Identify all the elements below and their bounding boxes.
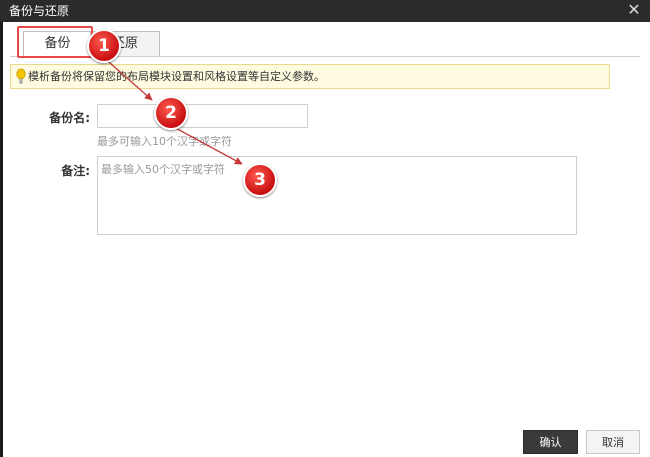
note-label: 备注:: [61, 164, 90, 178]
info-notice: 模析备份将保留您的布局模块设置和风格设置等自定义参数。: [10, 64, 610, 89]
title-bar: 备份与还原 ✕: [0, 0, 650, 22]
backup-name-input[interactable]: [97, 104, 308, 128]
window-edge: [0, 22, 3, 457]
note-textarea[interactable]: 最多输入50个汉字或字符: [97, 156, 577, 235]
tab-backup[interactable]: 备份: [23, 31, 92, 57]
backup-name-label: 备份名:: [49, 111, 90, 125]
backup-name-hint: 最多可输入10个汉字或字符: [97, 135, 232, 148]
backup-restore-dialog: 备份与还原 ✕ 备份 还原 模析备份将保留您的布局模块设置和风格设置等自定义参数…: [0, 0, 650, 457]
cancel-button[interactable]: 取消: [586, 430, 640, 454]
lightbulb-icon: [16, 68, 26, 84]
step-marker-3: 3: [243, 163, 277, 197]
dialog-title: 备份与还原: [9, 4, 70, 18]
step-marker-2: 2: [154, 96, 188, 130]
step-marker-1: 1: [87, 29, 121, 63]
notice-text: 模析备份将保留您的布局模块设置和风格设置等自定义参数。: [28, 70, 325, 83]
close-icon[interactable]: ✕: [625, 1, 643, 19]
confirm-button[interactable]: 确认: [523, 430, 578, 454]
